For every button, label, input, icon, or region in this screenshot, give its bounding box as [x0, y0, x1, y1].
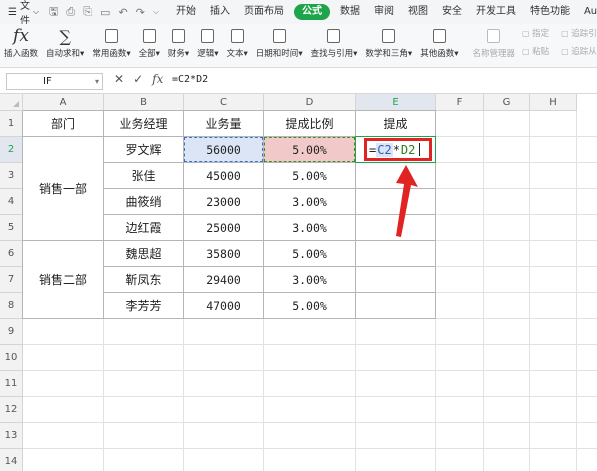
chevron-down-icon: ⌵	[32, 7, 40, 16]
all-functions-label: 全部▾	[138, 49, 160, 59]
datetime-label: 日期和时间▾	[255, 49, 303, 59]
finance-functions-button[interactable]: 财务▾	[164, 24, 193, 59]
menu-tab[interactable]: 插入	[203, 0, 237, 24]
other-functions-button[interactable]: 其他函数▾	[416, 24, 462, 59]
menu-tab[interactable]: 安全	[435, 0, 469, 24]
specify-button[interactable]: 指定	[522, 27, 549, 39]
lookup-label: 查找与引用▾	[310, 49, 358, 59]
text-icon	[230, 29, 244, 43]
redo-icon[interactable]: ↷	[136, 6, 145, 19]
common-functions-button[interactable]: 常用函数▾	[88, 24, 134, 59]
all-functions-icon	[142, 29, 156, 43]
formula-bar-buttons: ✕ ✓ fx	[114, 72, 163, 86]
spreadsheet-grid[interactable]: A B C D E F G H 1 2 3 4 5 6 7 8 9 10 11 12 13 14 部门 业务经理 业务量 提成比例…	[0, 94, 597, 471]
logic-functions-button[interactable]: 逻辑▾	[193, 24, 222, 59]
chevron-down-icon[interactable]: ▾	[95, 74, 99, 89]
name-tools: 指定 粘贴	[519, 24, 552, 57]
logic-label: 逻辑▾	[197, 49, 219, 59]
lookup-icon	[327, 29, 341, 43]
text-label: 文本▾	[226, 49, 248, 59]
more-icon[interactable]: ⌵	[153, 7, 159, 17]
menu-tab[interactable]: 特色功能	[523, 0, 577, 24]
common-functions-label: 常用函数▾	[92, 49, 131, 59]
star-function-icon	[104, 29, 118, 43]
menu-tab[interactable]: 开发工具	[469, 0, 523, 24]
fx-icon[interactable]: fx	[152, 72, 163, 86]
autosum-button[interactable]: ∑ 自动求和▾	[42, 24, 88, 60]
annotation-arrow-icon	[396, 165, 418, 237]
trace-precedents-button[interactable]: 追踪引用	[561, 27, 597, 39]
finance-label: 财务▾	[167, 49, 190, 59]
formula-bar: IF ▾ ✕ ✓ fx =C2*D2	[0, 68, 597, 94]
hamburger-icon: ☰	[8, 6, 17, 18]
insert-function-label: 插入函数	[4, 49, 39, 59]
trace-tools: 追踪引用 追踪从属	[558, 24, 597, 57]
text-functions-button[interactable]: 文本▾	[223, 24, 252, 59]
fx-icon: fx	[13, 26, 29, 46]
print-preview-icon[interactable]: ⎙	[66, 5, 75, 19]
file-menu[interactable]: ☰ 文件 ⌵	[0, 0, 45, 27]
name-manager-button[interactable]: 名称管理器	[468, 24, 519, 59]
undo-icon[interactable]: ↶	[118, 6, 127, 19]
logic-icon	[201, 29, 215, 43]
calendar-icon	[272, 29, 286, 43]
ribbon-formulas: fx 插入函数 ∑ 自动求和▾ 常用函数▾ 全部▾ 财务▾ 逻辑▾ 文本▾ 日期…	[0, 24, 597, 68]
confirm-icon[interactable]: ✓	[133, 72, 143, 86]
paste-name-button[interactable]: 粘贴	[522, 45, 549, 57]
annotation-arrow-shape	[396, 165, 418, 237]
lookup-functions-button[interactable]: 查找与引用▾	[307, 24, 362, 59]
save-icon[interactable]: 🖫	[49, 3, 58, 22]
menu-tab[interactable]: 页面布局	[237, 0, 291, 24]
sigma-icon: ∑	[59, 26, 71, 46]
all-functions-button[interactable]: 全部▾	[135, 24, 164, 59]
menu-tab[interactable]: 公式	[293, 4, 330, 20]
menu-tab[interactable]: 视图	[401, 0, 435, 24]
datetime-functions-button[interactable]: 日期和时间▾	[252, 24, 307, 59]
menu-tab[interactable]: 数据	[333, 0, 367, 24]
math-label: 数学和三角▾	[365, 49, 413, 59]
file-menu-label: 文件	[19, 1, 30, 27]
quick-access-toolbar: 🖫 ⎙ ⎘ ▭ ↶ ↷ ⌵	[45, 3, 169, 22]
formula-input[interactable]: =C2*D2	[172, 74, 208, 85]
menu-bar: ☰ 文件 ⌵ 🖫 ⎙ ⎘ ▭ ↶ ↷ ⌵ 开始 插入 页面布局 公式 数据 审阅 视图 安全开…	[0, 0, 597, 27]
name-manager-label: 名称管理器	[472, 49, 515, 59]
menu-tab[interactable]: AudTool	[577, 0, 597, 24]
cancel-icon[interactable]: ✕	[114, 72, 124, 86]
export-icon[interactable]: ▭	[100, 6, 110, 19]
menu-tab[interactable]: 开始	[169, 0, 203, 24]
other-functions-label: 其他函数▾	[420, 49, 459, 59]
trace-dependents-button[interactable]: 追踪从属	[561, 45, 597, 57]
other-functions-icon	[432, 29, 446, 43]
name-manager-icon	[487, 29, 501, 43]
name-box[interactable]: IF ▾	[6, 73, 103, 90]
finance-icon	[172, 29, 186, 43]
insert-function-button[interactable]: fx 插入函数	[0, 24, 42, 59]
math-functions-button[interactable]: 数学和三角▾	[361, 24, 416, 59]
menu-tab[interactable]: 审阅	[367, 0, 401, 24]
print-icon[interactable]: ⎘	[83, 5, 92, 19]
menu-tabs: 开始插入页面布局公式数据审阅视图安全开发工具特色功能AudTool	[169, 0, 597, 24]
name-box-value: IF	[43, 76, 52, 87]
math-icon	[382, 29, 396, 43]
autosum-label: 自动求和▾	[46, 49, 85, 59]
